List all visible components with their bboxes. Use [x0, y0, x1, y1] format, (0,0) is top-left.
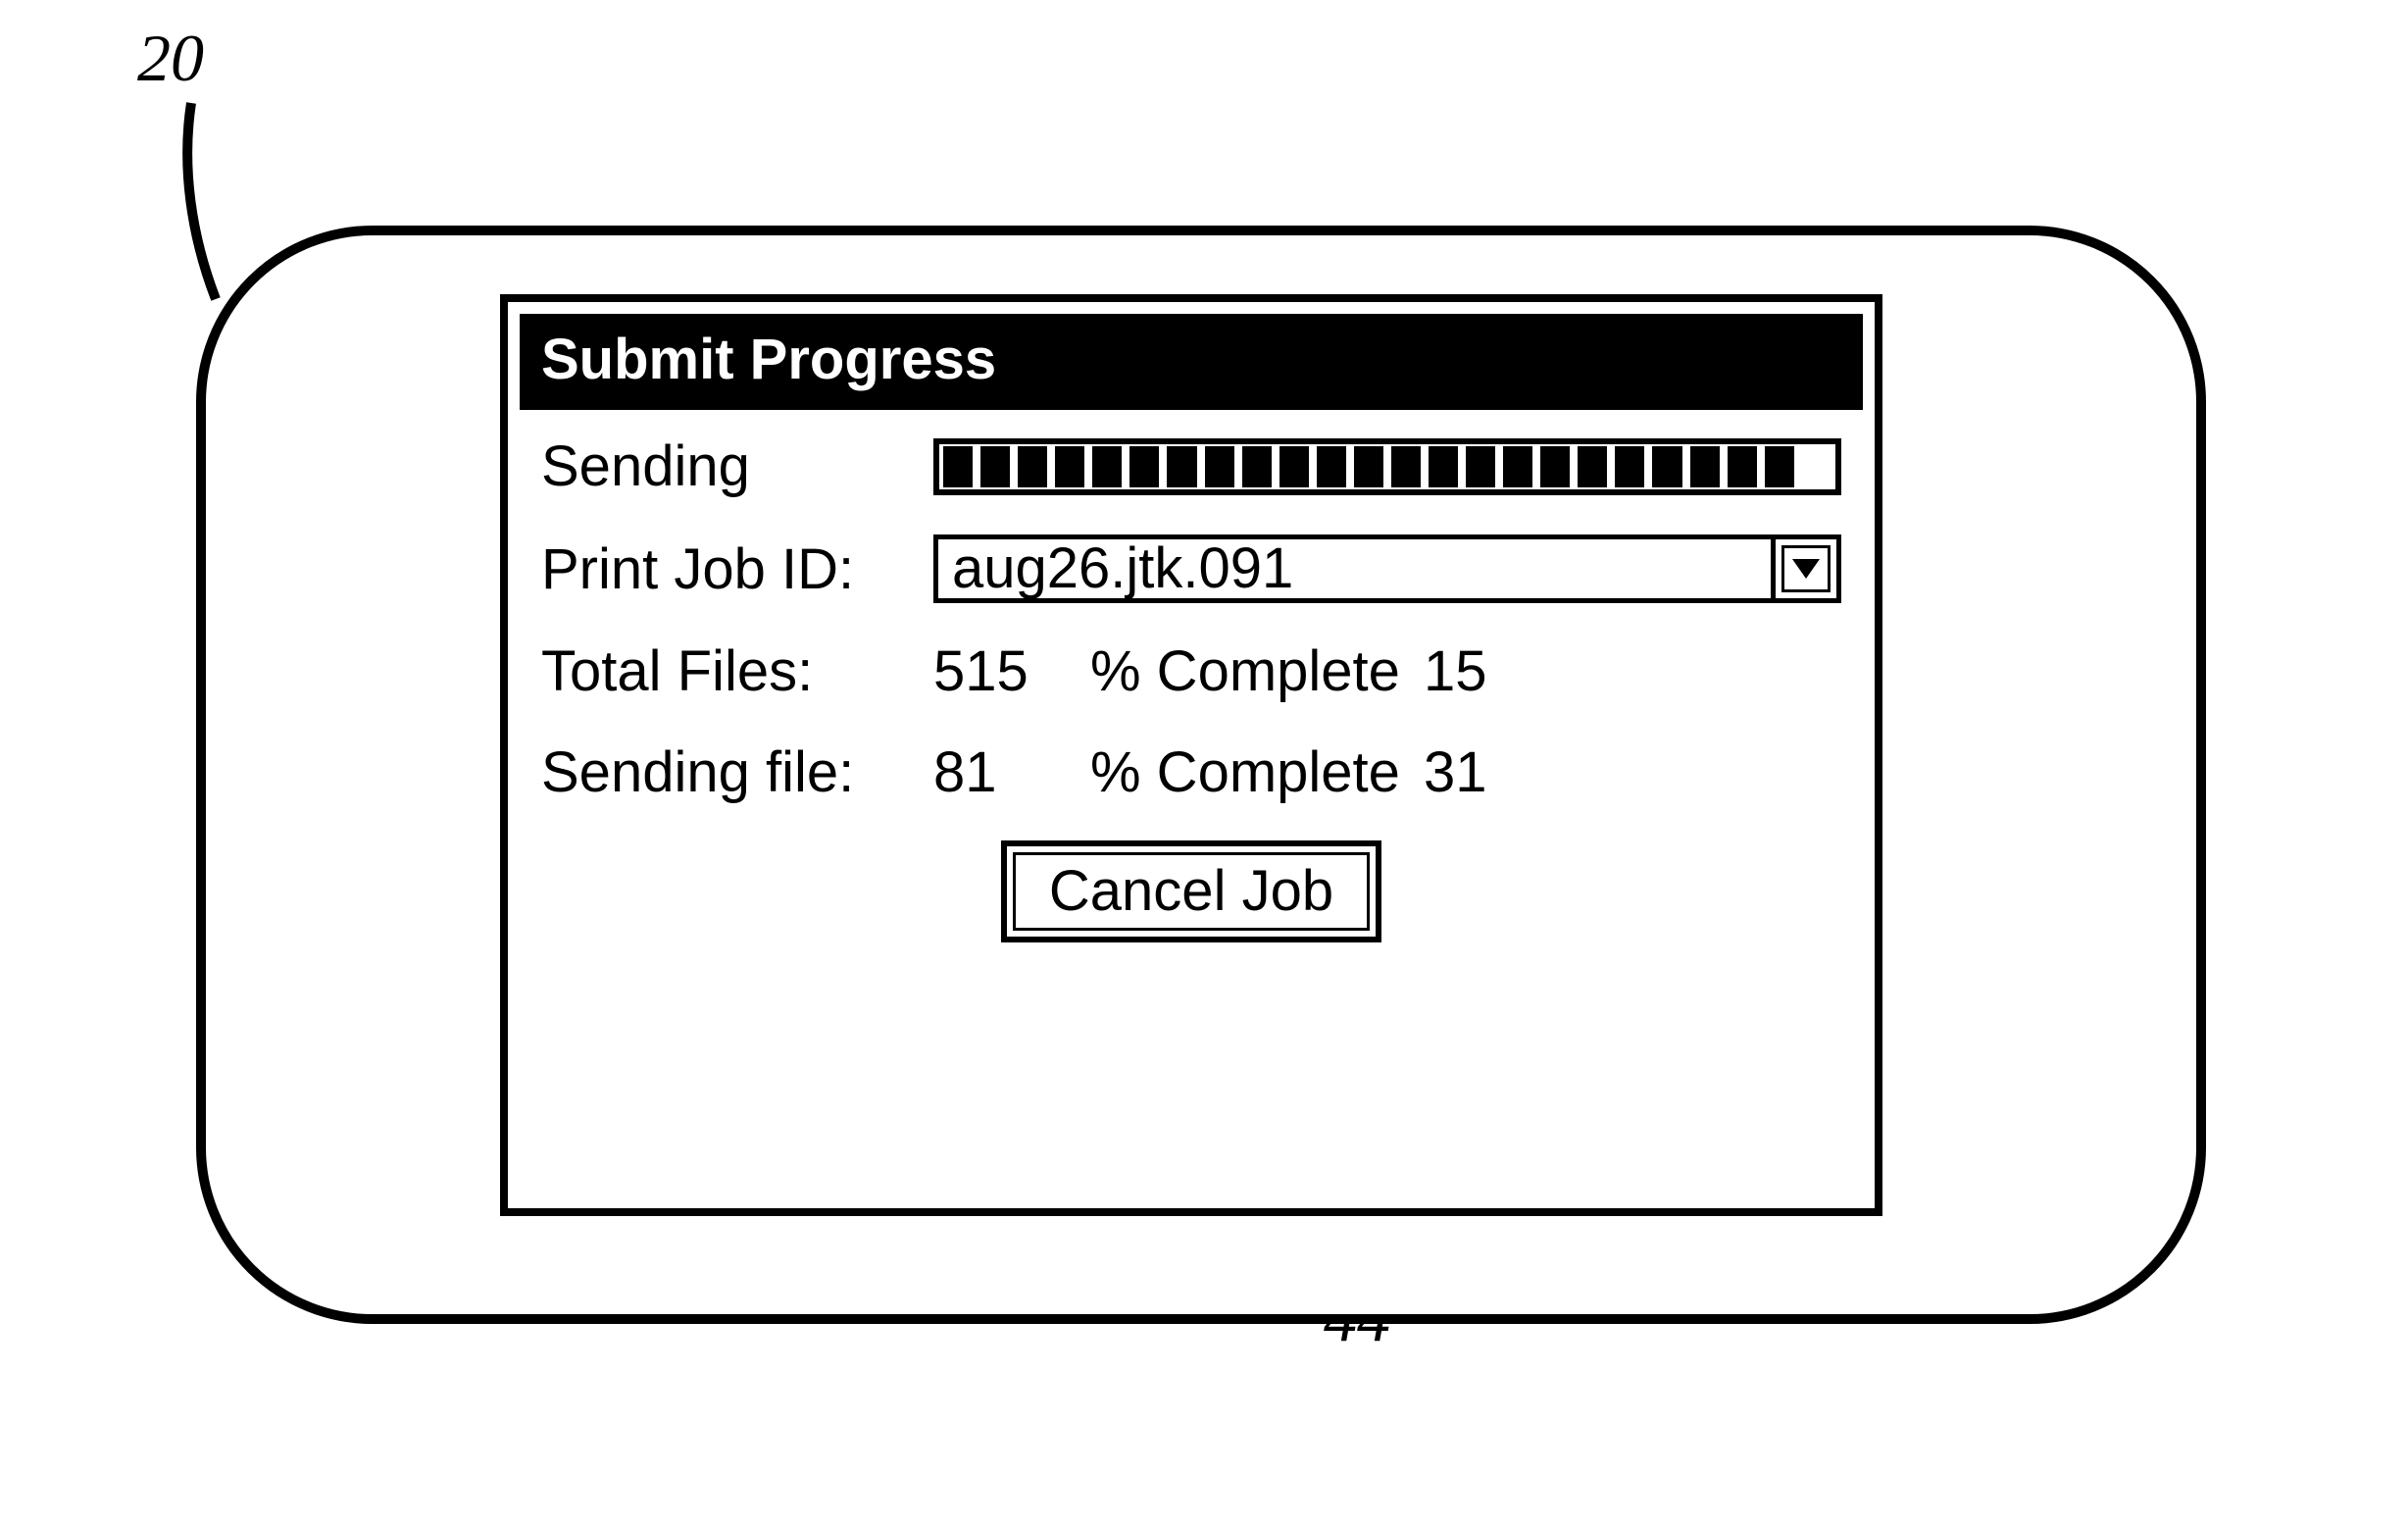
chevron-down-icon — [1790, 557, 1822, 581]
sending-file-row: Sending file: 81 % Complete 31 — [541, 739, 1841, 805]
total-files-value: 515 — [933, 638, 1090, 704]
total-pct-label: % Complete — [1090, 638, 1424, 704]
total-files-label: Total Files: — [541, 638, 933, 704]
total-files-row: Total Files: 515 % Complete 15 — [541, 638, 1841, 704]
callout-device: 20 — [137, 20, 204, 97]
total-pct-value: 15 — [1424, 638, 1541, 704]
progress-bar — [933, 438, 1841, 495]
sending-file-value: 81 — [933, 739, 1090, 805]
status-label: Sending — [541, 433, 933, 499]
submit-progress-dialog: Submit Progress Sending — [500, 294, 1882, 1216]
job-id-row: Print Job ID: aug26.jtk.091 — [541, 534, 1841, 603]
sending-file-label: Sending file: — [541, 739, 933, 805]
sending-pct-label: % Complete — [1090, 739, 1424, 805]
cancel-job-button[interactable]: Cancel Job — [1001, 840, 1381, 942]
sending-pct-value: 31 — [1424, 739, 1541, 805]
dropdown-button[interactable] — [1771, 534, 1841, 603]
device-frame: Submit Progress Sending — [196, 226, 2206, 1324]
cancel-job-label: Cancel Job — [1013, 852, 1370, 931]
job-id-label: Print Job ID: — [541, 536, 933, 602]
dialog-title: Submit Progress — [520, 314, 1863, 410]
sending-row: Sending — [541, 433, 1841, 499]
job-id-value: aug26.jtk.091 — [933, 534, 1776, 603]
job-id-combo[interactable]: aug26.jtk.091 — [933, 534, 1841, 603]
